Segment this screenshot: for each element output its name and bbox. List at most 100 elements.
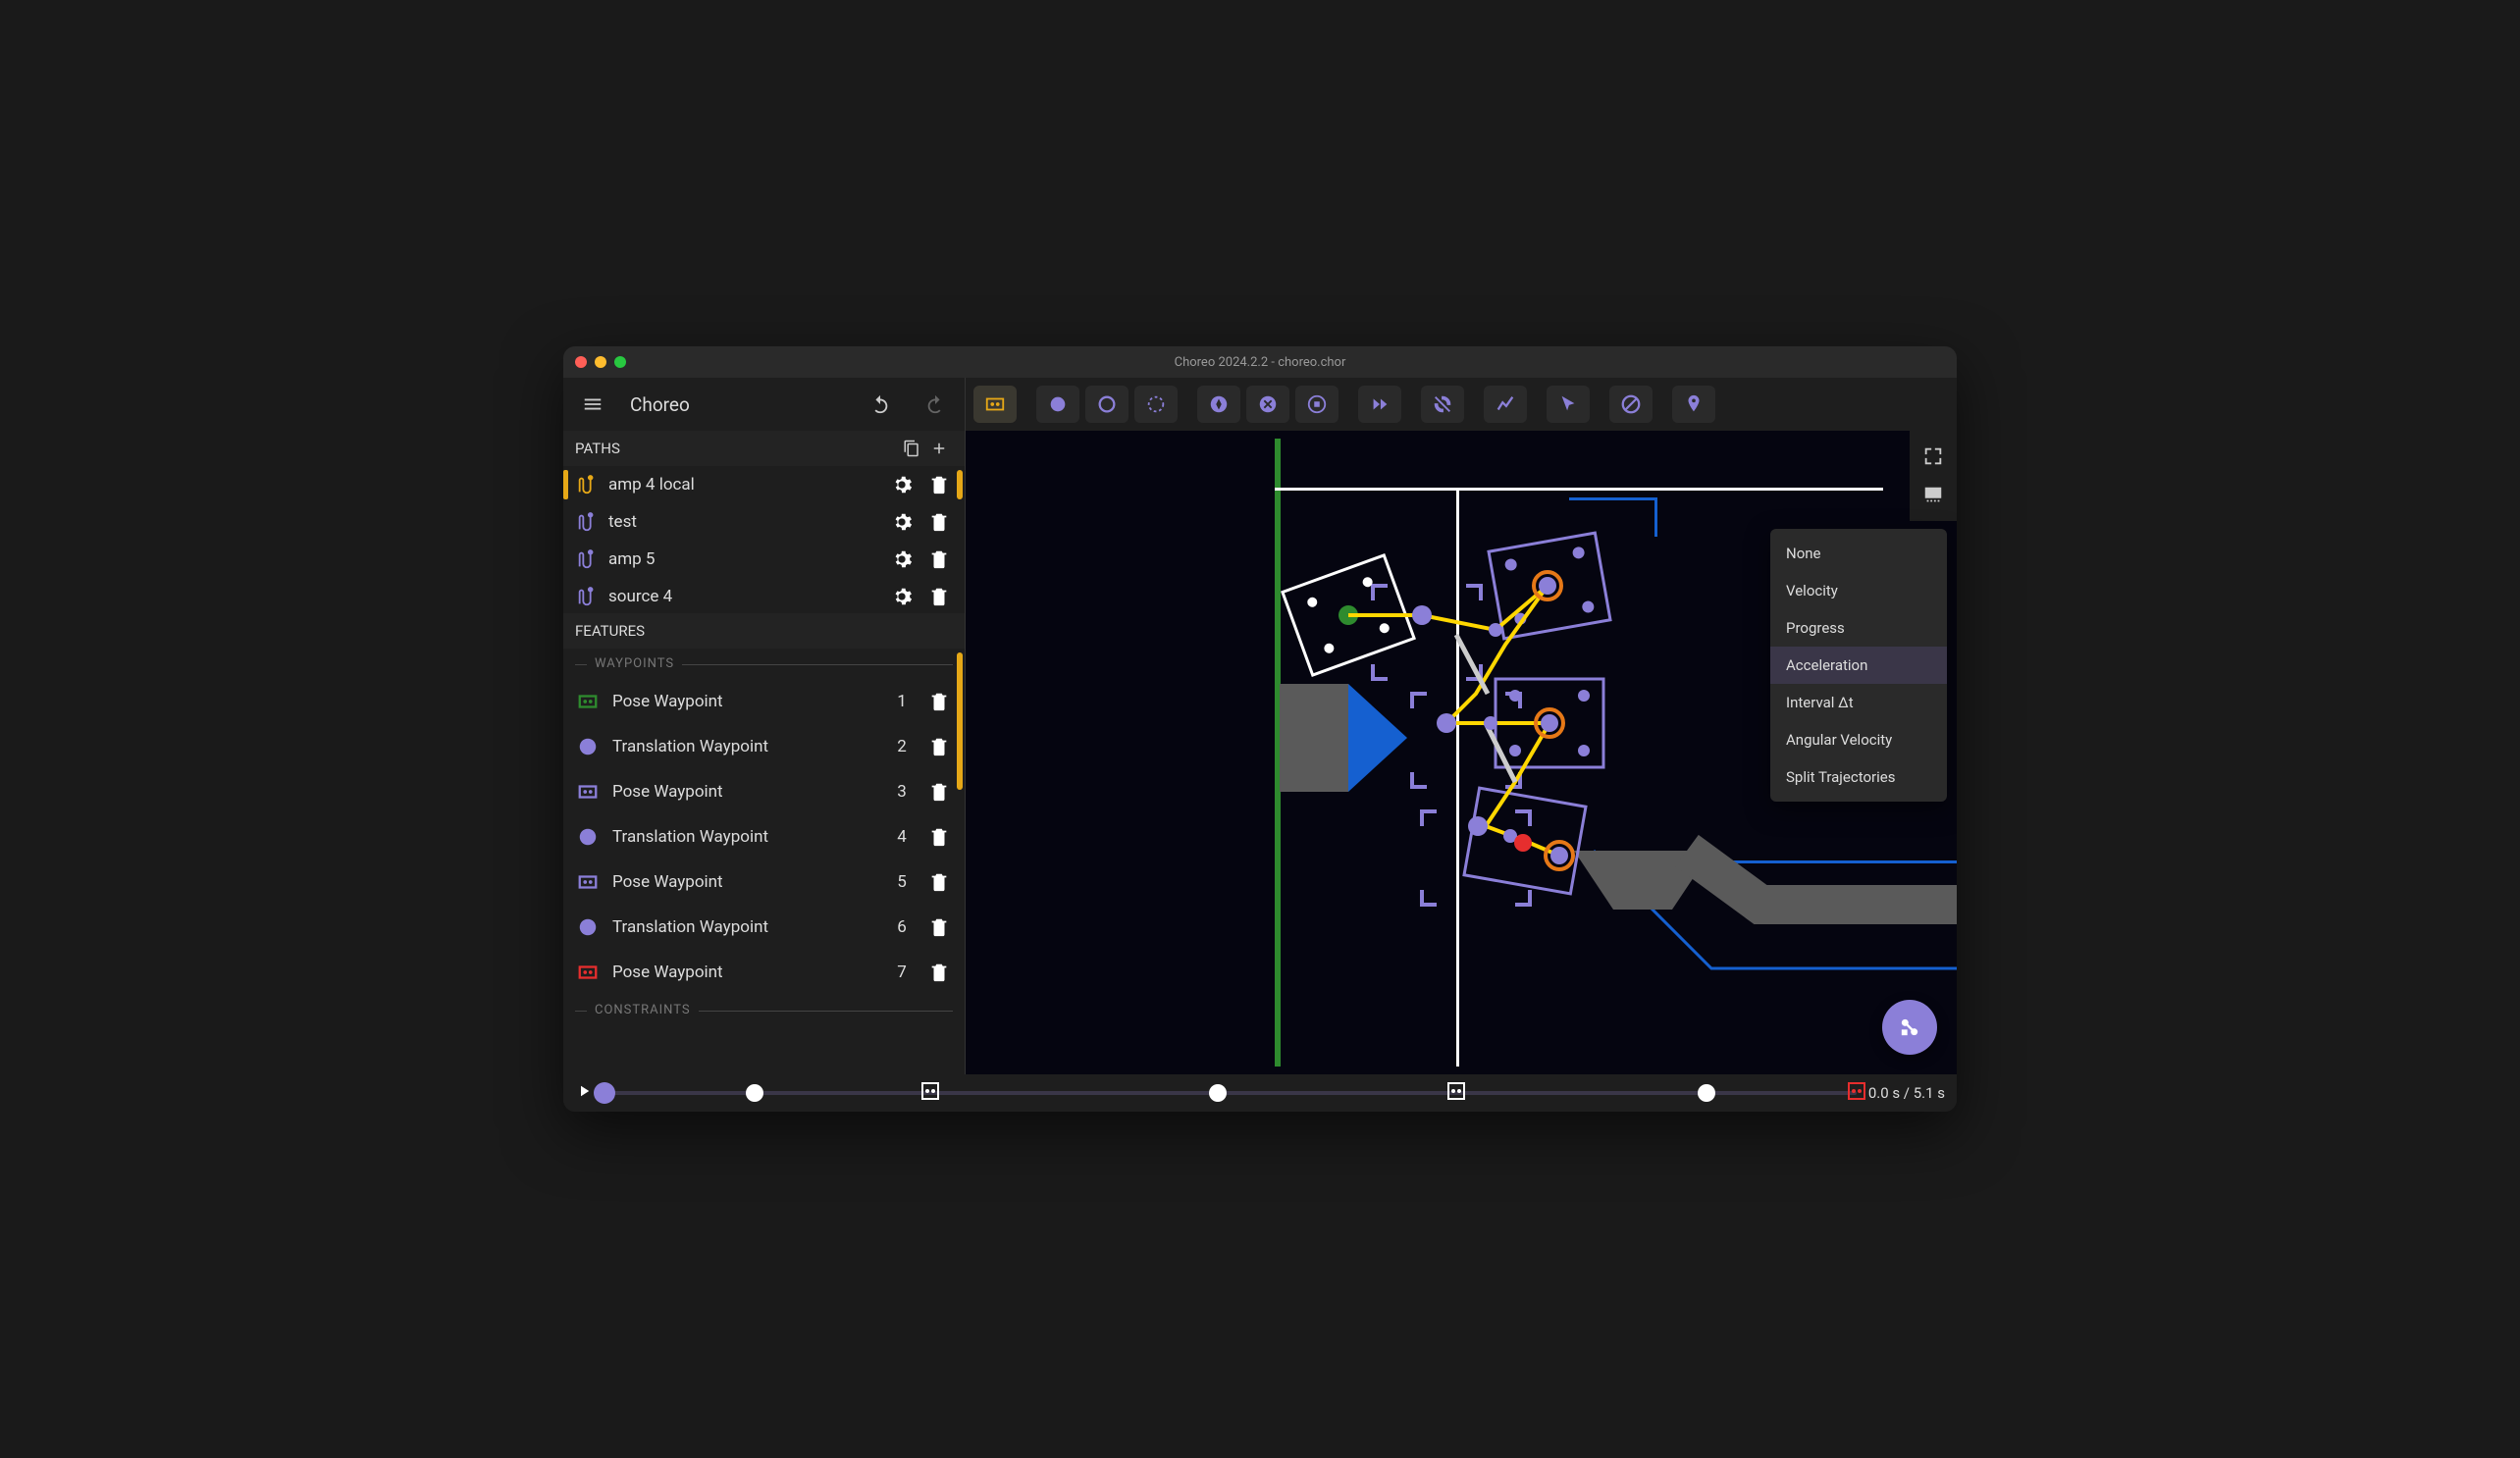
waypoint-type-icon: [575, 689, 601, 714]
timeline-pose-marker[interactable]: [1447, 1082, 1465, 1100]
waypoint-item[interactable]: Translation Waypoint 4: [563, 814, 965, 859]
tool-cursor-arrow[interactable]: [1547, 386, 1590, 423]
path-settings-button[interactable]: [888, 546, 916, 573]
tool-fast-forward[interactable]: [1358, 386, 1401, 423]
no-entry-icon: [1620, 393, 1642, 415]
waypoints-group-label: WAYPOINTS: [587, 656, 682, 671]
tool-hollow-circle[interactable]: [1085, 386, 1129, 423]
redo-button[interactable]: [918, 387, 953, 422]
path-settings-button[interactable]: [888, 471, 916, 498]
visualization-option[interactable]: Velocity: [1770, 572, 1947, 609]
hollow-circle-icon: [1096, 393, 1118, 415]
waypoint-delete-button[interactable]: [925, 778, 953, 806]
visualization-option[interactable]: Acceleration: [1770, 647, 1947, 684]
menu-button[interactable]: [575, 387, 610, 422]
path-item[interactable]: amp 4 local: [563, 466, 965, 503]
tool-target-circle[interactable]: [1295, 386, 1339, 423]
content: Choreo PATHS: [563, 378, 1957, 1074]
tool-sync-off[interactable]: [1421, 386, 1464, 423]
titlebar[interactable]: Choreo 2024.2.2 - choreo.chor: [563, 346, 1957, 378]
waypoint-delete-button[interactable]: [925, 959, 953, 986]
waypoint-delete-button[interactable]: [925, 823, 953, 851]
timeline-playhead[interactable]: [594, 1082, 615, 1104]
features-section-label: FEATURES: [575, 622, 645, 640]
fast-forward-icon: [1369, 393, 1391, 415]
grid-toggle-button[interactable]: [1916, 478, 1951, 513]
tool-filled-circle[interactable]: [1036, 386, 1079, 423]
timeline-end-marker[interactable]: [1848, 1082, 1865, 1100]
tool-path-line[interactable]: [1484, 386, 1527, 423]
play-button[interactable]: [575, 1082, 593, 1104]
close-window-button[interactable]: [575, 356, 587, 368]
waypoint-number: 1: [890, 692, 914, 711]
tool-pin-marker[interactable]: [1672, 386, 1715, 423]
trash-icon: [928, 586, 950, 607]
plus-icon: [930, 440, 948, 457]
timeline-waypoint-marker[interactable]: [746, 1084, 763, 1102]
time-display: 0.0 s / 5.1 s: [1868, 1084, 1945, 1102]
tool-rotate-circle[interactable]: [1134, 386, 1178, 423]
visualization-option[interactable]: Split Trajectories: [1770, 758, 1947, 796]
waypoint-delete-button[interactable]: [925, 733, 953, 760]
visualization-dropdown: NoneVelocityProgressAccelerationInterval…: [1770, 529, 1947, 802]
waypoint-type-icon: [575, 779, 601, 805]
path-item[interactable]: test: [563, 503, 965, 541]
timeline-track[interactable]: [604, 1091, 1857, 1095]
waypoint-delete-button[interactable]: [925, 913, 953, 941]
visualization-option[interactable]: None: [1770, 535, 1947, 572]
visualization-option[interactable]: Angular Velocity: [1770, 721, 1947, 758]
path-delete-button[interactable]: [925, 508, 953, 536]
waypoint-type-icon: [575, 869, 601, 895]
waypoint-item[interactable]: Pose Waypoint 3: [563, 769, 965, 814]
waypoint-type-icon: [575, 914, 601, 940]
cursor-arrow-icon: [1557, 393, 1579, 415]
path-settings-button[interactable]: [888, 583, 916, 610]
path-delete-button[interactable]: [925, 546, 953, 573]
visualization-option[interactable]: Interval Δt: [1770, 684, 1947, 721]
path-delete-button[interactable]: [925, 471, 953, 498]
add-path-button[interactable]: [925, 435, 953, 462]
copy-path-button[interactable]: [898, 435, 925, 462]
constraints-group-label: CONSTRAINTS: [587, 1003, 699, 1017]
waypoint-item[interactable]: Pose Waypoint 5: [563, 859, 965, 905]
canvas-area[interactable]: NoneVelocityProgressAccelerationInterval…: [966, 431, 1957, 1074]
compass-icon: [1208, 393, 1230, 415]
tool-cancel-circle[interactable]: [1246, 386, 1289, 423]
paths-list: amp 4 local test amp 5 source 4: [563, 466, 965, 613]
timeline-waypoint-marker[interactable]: [1698, 1084, 1715, 1102]
timeline-waypoint-marker[interactable]: [1209, 1084, 1227, 1102]
tool-no-entry[interactable]: [1609, 386, 1653, 423]
window-title: Choreo 2024.2.2 - choreo.chor: [1175, 355, 1346, 370]
waypoint-item[interactable]: Translation Waypoint 6: [563, 905, 965, 950]
undo-button[interactable]: [863, 387, 898, 422]
rotate-circle-icon: [1145, 393, 1167, 415]
waypoint-item[interactable]: Pose Waypoint 7: [563, 950, 965, 995]
generate-fab-button[interactable]: [1882, 1000, 1937, 1055]
maximize-window-button[interactable]: [614, 356, 626, 368]
trash-icon: [928, 962, 950, 983]
sidebar: Choreo PATHS: [563, 378, 966, 1074]
right-tool-panel: [1910, 431, 1957, 521]
path-settings-button[interactable]: [888, 508, 916, 536]
trash-icon: [928, 781, 950, 803]
path-item[interactable]: source 4: [563, 578, 965, 613]
waypoint-delete-button[interactable]: [925, 868, 953, 896]
waypoint-item[interactable]: Translation Waypoint 2: [563, 724, 965, 769]
trash-icon: [928, 826, 950, 848]
fullscreen-button[interactable]: [1916, 439, 1951, 474]
tool-compass[interactable]: [1197, 386, 1240, 423]
minimize-window-button[interactable]: [595, 356, 606, 368]
filled-circle-icon: [1047, 393, 1069, 415]
toolbar: [966, 378, 1957, 431]
path-item[interactable]: amp 5: [563, 541, 965, 578]
trash-icon: [928, 548, 950, 570]
waypoint-label: Pose Waypoint: [612, 872, 878, 892]
timeline-pose-marker[interactable]: [921, 1082, 939, 1100]
waypoint-delete-button[interactable]: [925, 688, 953, 715]
path-delete-button[interactable]: [925, 583, 953, 610]
waypoint-type-icon: [575, 824, 601, 850]
sidebar-top: Choreo: [563, 378, 965, 431]
tool-selection-box[interactable]: [973, 386, 1017, 423]
visualization-option[interactable]: Progress: [1770, 609, 1947, 647]
waypoint-item[interactable]: Pose Waypoint 1: [563, 679, 965, 724]
